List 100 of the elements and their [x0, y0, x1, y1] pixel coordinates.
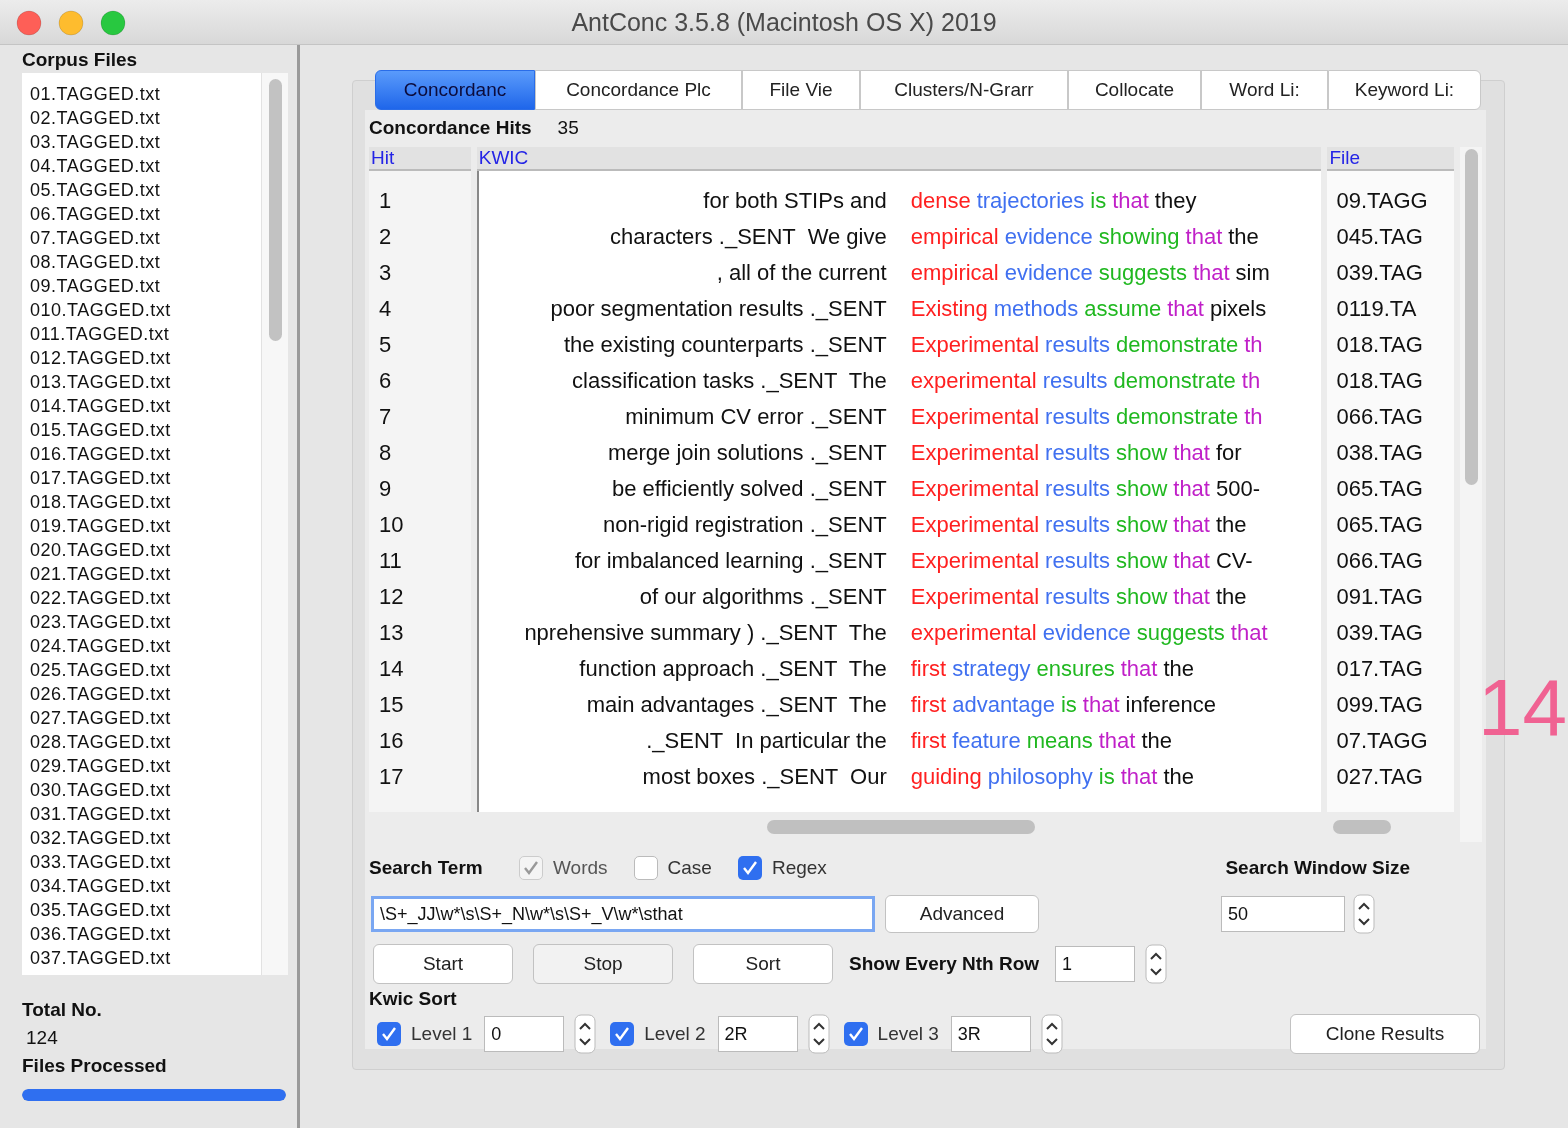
- file-item[interactable]: 030.TAGGED.txt: [30, 778, 261, 802]
- kwic-word: that: [1173, 511, 1210, 539]
- kwic-word: the: [1163, 655, 1194, 683]
- spinner-icon[interactable]: [807, 1014, 830, 1054]
- kwic-word: that: [1230, 619, 1268, 647]
- spinner-icon[interactable]: [574, 1014, 597, 1054]
- window-size-label: Search Window Size: [1225, 857, 1410, 879]
- file-item[interactable]: 026.TAGGED.txt: [30, 682, 261, 706]
- tab[interactable]: Clusters/N-Grarr: [860, 70, 1068, 110]
- file-item[interactable]: 020.TAGGED.txt: [30, 538, 261, 562]
- hit-number: 14: [379, 655, 405, 683]
- sort-level-field[interactable]: 3R: [950, 1016, 1031, 1052]
- window-control-icon[interactable]: [16, 10, 42, 36]
- nth-row-field[interactable]: 1: [1055, 946, 1136, 982]
- kwic-left-context: function approach ._SENT The: [578, 655, 887, 683]
- file-item[interactable]: 034.TAGGED.txt: [30, 874, 261, 898]
- file-item[interactable]: 023.TAGGED.txt: [30, 610, 261, 634]
- sort-level-field[interactable]: 2R: [717, 1016, 798, 1052]
- file-item[interactable]: 025.TAGGED.txt: [30, 658, 261, 682]
- checkbox-label: Case: [667, 857, 712, 879]
- file-item[interactable]: 027.TAGGED.txt: [30, 706, 261, 730]
- action-button[interactable]: Sort: [693, 944, 833, 984]
- table-cell-text: 091.TAG: [1336, 583, 1424, 611]
- tab[interactable]: Concordanc: [375, 70, 535, 110]
- kwic-word: experimental: [910, 367, 1037, 395]
- spinner-icon[interactable]: [1145, 944, 1168, 984]
- file-item[interactable]: 022.TAGGED.txt: [30, 586, 261, 610]
- file-item[interactable]: 021.TAGGED.txt: [30, 562, 261, 586]
- file-item[interactable]: 013.TAGGED.txt: [30, 370, 261, 394]
- clone-results-button[interactable]: Clone Results: [1290, 1014, 1480, 1054]
- kwic-word: they: [1154, 187, 1197, 215]
- kwic-word: methods: [993, 295, 1079, 323]
- kwic-word: empirical: [910, 259, 999, 287]
- window-title: AntConc 3.5.8 (Macintosh OS X) 2019: [571, 7, 997, 37]
- table-cell-text: 099.TAG: [1336, 691, 1424, 719]
- file-item[interactable]: 08.TAGGED.txt: [30, 250, 261, 274]
- kwic-left-context: for both STIPs and: [702, 187, 887, 215]
- file-item[interactable]: 024.TAGGED.txt: [30, 634, 261, 658]
- checkbox[interactable]: [377, 1022, 401, 1046]
- file-item[interactable]: 017.TAGGED.txt: [30, 466, 261, 490]
- spinner-icon[interactable]: [1353, 894, 1375, 934]
- column-header[interactable]: Hit: [369, 147, 471, 171]
- file-item[interactable]: 014.TAGGED.txt: [30, 394, 261, 418]
- kwic-word: ensures: [1036, 655, 1115, 683]
- file-item[interactable]: 036.TAGGED.txt: [30, 922, 261, 946]
- file-item[interactable]: 016.TAGGED.txt: [30, 442, 261, 466]
- file-item[interactable]: 037.TAGGED.txt: [30, 946, 261, 970]
- spinner-icon[interactable]: [1040, 1014, 1063, 1054]
- file-item[interactable]: 031.TAGGED.txt: [30, 802, 261, 826]
- table-cell-text: 018.TAG: [1336, 367, 1424, 395]
- file-item[interactable]: 05.TAGGED.txt: [30, 178, 261, 202]
- file-item[interactable]: 07.TAGGED.txt: [30, 226, 261, 250]
- file-item[interactable]: 011.TAGGED.txt: [30, 322, 261, 346]
- checkbox[interactable]: [843, 1022, 868, 1046]
- kwic-word: first: [910, 727, 947, 755]
- file-item[interactable]: 028.TAGGED.txt: [30, 730, 261, 754]
- checkbox[interactable]: [737, 856, 762, 880]
- scrollbar-thumb[interactable]: [1464, 149, 1478, 485]
- kwic-left-context: of our algorithms ._SENT: [638, 583, 887, 611]
- sort-level-field[interactable]: 0: [484, 1016, 565, 1052]
- checkmark-icon: [846, 1025, 865, 1043]
- window-size-field[interactable]: 50: [1221, 896, 1345, 932]
- hit-number: 6: [379, 367, 393, 395]
- scrollbar-thumb[interactable]: [766, 820, 1035, 834]
- file-item[interactable]: 033.TAGGED.txt: [30, 850, 261, 874]
- file-item[interactable]: 03.TAGGED.txt: [30, 130, 261, 154]
- file-item[interactable]: 012.TAGGED.txt: [30, 346, 261, 370]
- search-field[interactable]: \S+_JJ\w*\s\S+_N\w*\s\S+_V\w*\sthat: [371, 896, 875, 932]
- kwic-word: advantage: [952, 691, 1055, 719]
- kwic-word: first: [910, 691, 947, 719]
- tab[interactable]: Collocate: [1068, 70, 1201, 110]
- file-item[interactable]: 06.TAGGED.txt: [30, 202, 261, 226]
- file-item[interactable]: 04.TAGGED.txt: [30, 154, 261, 178]
- file-item[interactable]: 019.TAGGED.txt: [30, 514, 261, 538]
- action-button[interactable]: Start: [373, 944, 513, 984]
- file-item[interactable]: 09.TAGGED.txt: [30, 274, 261, 298]
- hit-number: 2: [379, 223, 393, 251]
- column-header[interactable]: File: [1327, 147, 1455, 171]
- tab[interactable]: Concordance Plc: [535, 70, 742, 110]
- file-item[interactable]: 032.TAGGED.txt: [30, 826, 261, 850]
- hit-number: 13: [379, 619, 405, 647]
- file-item[interactable]: 018.TAGGED.txt: [30, 490, 261, 514]
- file-item[interactable]: 01.TAGGED.txt: [30, 82, 261, 106]
- tab[interactable]: Word Li:: [1201, 70, 1328, 110]
- checkbox[interactable]: [610, 1022, 635, 1046]
- file-item[interactable]: 029.TAGGED.txt: [30, 754, 261, 778]
- kwic-word: the: [1141, 727, 1172, 755]
- checkbox[interactable]: [633, 856, 658, 880]
- tab[interactable]: Keyword Li:: [1328, 70, 1481, 110]
- scrollbar-thumb[interactable]: [1333, 820, 1392, 834]
- file-item[interactable]: 035.TAGGED.txt: [30, 898, 261, 922]
- file-item[interactable]: 015.TAGGED.txt: [30, 418, 261, 442]
- scrollbar-thumb[interactable]: [268, 79, 282, 341]
- file-item[interactable]: 010.TAGGED.txt: [30, 298, 261, 322]
- file-item[interactable]: 02.TAGGED.txt: [30, 106, 261, 130]
- column-header[interactable]: KWIC: [476, 147, 1322, 171]
- kwic-word: the: [1215, 583, 1247, 611]
- tab[interactable]: File Vie: [742, 70, 860, 110]
- advanced-button[interactable]: Advanced: [885, 895, 1039, 933]
- kwic-word: that: [1112, 187, 1149, 215]
